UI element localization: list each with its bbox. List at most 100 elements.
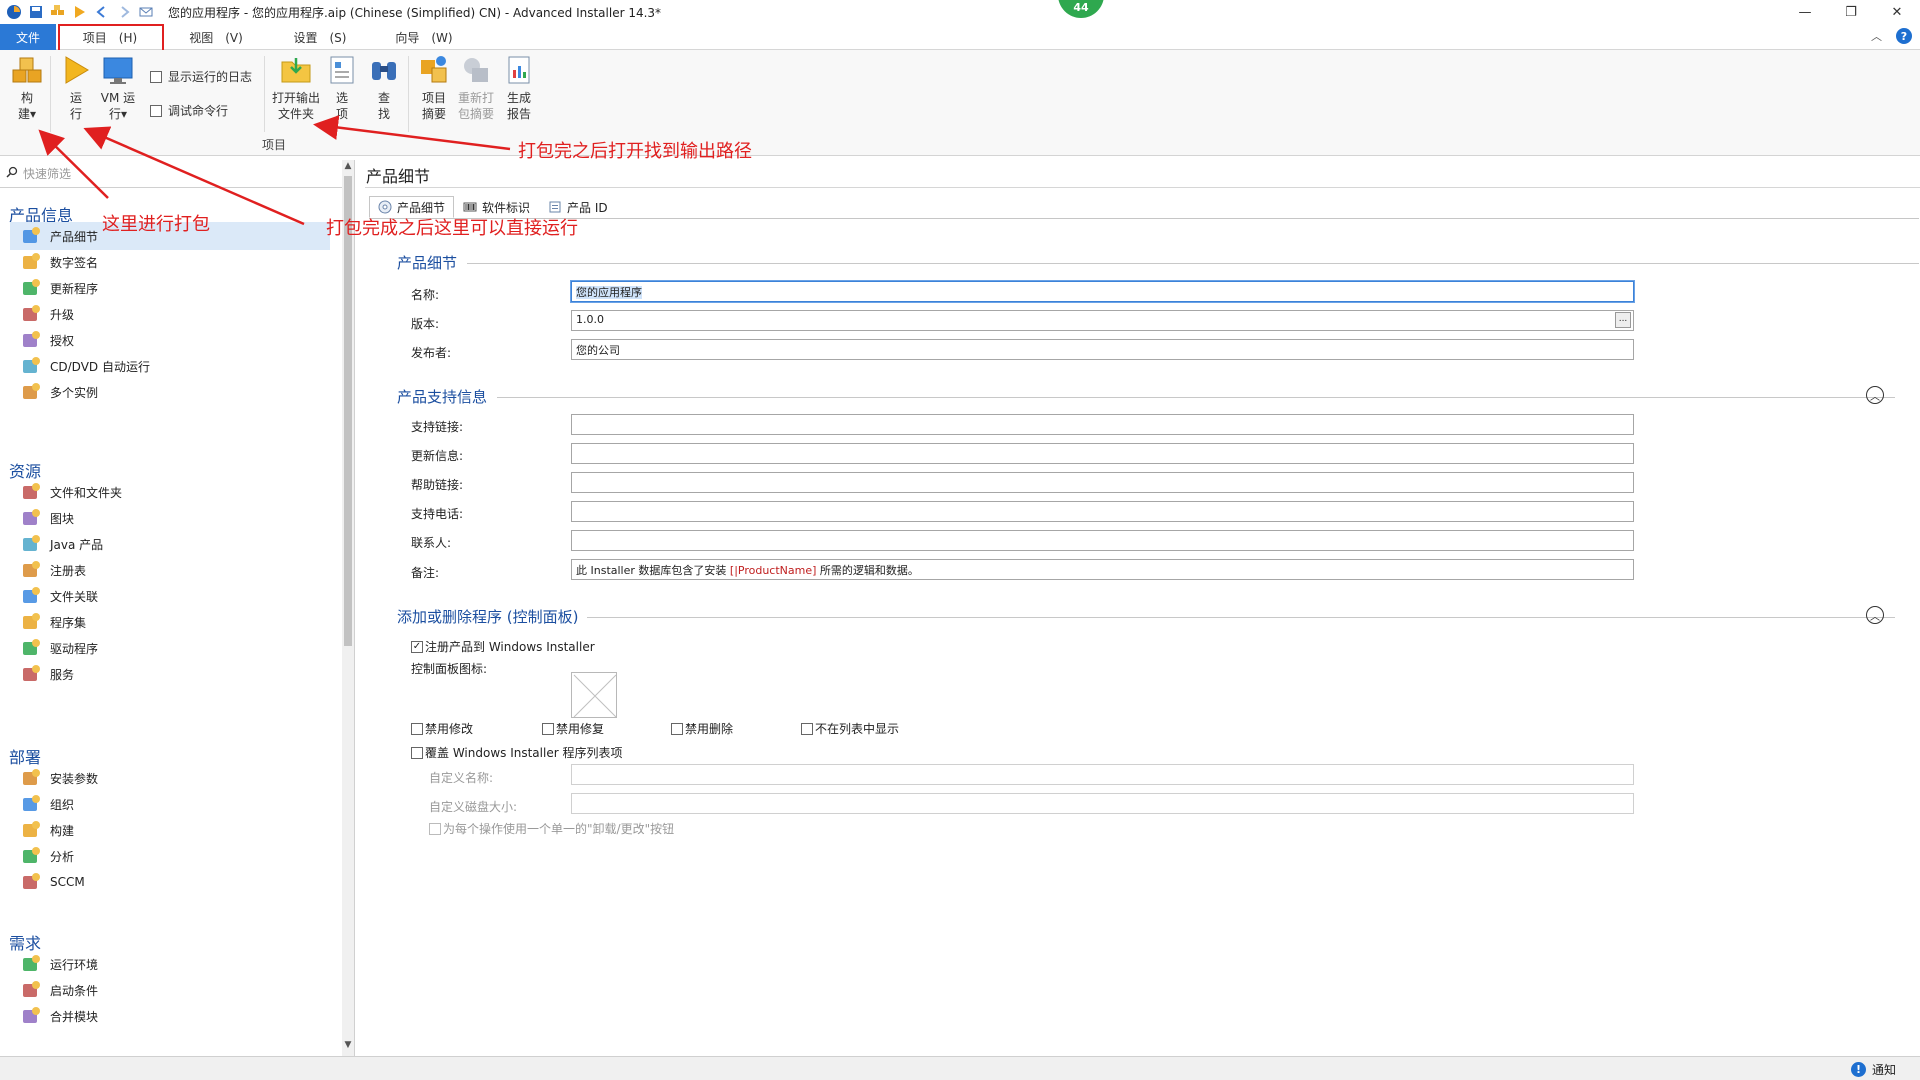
build-button[interactable]: 构 建▾ bbox=[8, 54, 46, 122]
generate-report-button[interactable]: 生成 报告 bbox=[500, 54, 538, 122]
menu-tab-wizard[interactable]: 向导 (W) bbox=[384, 26, 464, 48]
options-button[interactable]: 选 项 bbox=[326, 54, 358, 122]
checkbox-box[interactable] bbox=[411, 722, 423, 735]
checkbox-box[interactable] bbox=[429, 822, 441, 835]
tab-software-id[interactable]: 软件标识 bbox=[454, 196, 539, 218]
name-field[interactable]: 您的应用程序 bbox=[571, 281, 1634, 302]
debug-cmd-checkbox[interactable]: 调试命令行 bbox=[150, 102, 228, 119]
checkbox-box[interactable] bbox=[542, 722, 554, 735]
find-button[interactable]: 查 找 bbox=[368, 54, 400, 122]
back-arrow-icon[interactable] bbox=[94, 4, 110, 20]
help-icon[interactable]: ? bbox=[1896, 28, 1912, 44]
checkbox-box-checked[interactable]: ✓ bbox=[411, 640, 423, 653]
tab-product-details[interactable]: 产品细节 bbox=[369, 196, 455, 218]
show-run-log-checkbox[interactable]: 显示运行的日志 bbox=[150, 68, 252, 85]
sidebar-item[interactable]: 服务 bbox=[10, 660, 330, 688]
sidebar-item[interactable]: 合并模块 bbox=[10, 1002, 330, 1030]
info-icon: ! bbox=[1850, 1062, 1866, 1077]
checkbox-box[interactable] bbox=[411, 746, 423, 759]
sidebar-item[interactable]: CD/DVD 自动运行 bbox=[10, 352, 330, 380]
sidebar-item-icon bbox=[20, 819, 42, 841]
sidebar-scrollbar[interactable]: ▲ ▼ bbox=[342, 160, 354, 1056]
sidebar-item[interactable]: 运行环境 bbox=[10, 950, 330, 978]
sidebar-item[interactable]: 分析 bbox=[10, 842, 330, 870]
sidebar-item[interactable]: 文件和文件夹 bbox=[10, 478, 330, 506]
disable-remove-checkbox[interactable]: 禁用删除 bbox=[671, 720, 733, 737]
close-button[interactable]: ✕ bbox=[1874, 0, 1920, 24]
vm-run-button[interactable]: VM 运 行▾ bbox=[96, 54, 140, 122]
sidebar-item[interactable]: Java 产品 bbox=[10, 530, 330, 558]
support-phone-field[interactable] bbox=[571, 501, 1634, 522]
version-browse-button[interactable]: ... bbox=[1615, 312, 1631, 328]
checkbox-box[interactable] bbox=[801, 722, 813, 735]
sidebar-item[interactable]: 更新程序 bbox=[10, 274, 330, 302]
quick-filter-input[interactable]: 快速筛选 bbox=[0, 160, 343, 188]
sidebar-item[interactable]: 启动条件 bbox=[10, 976, 330, 1004]
custom-disk-size-field[interactable] bbox=[571, 793, 1634, 814]
disable-repair-checkbox[interactable]: 禁用修复 bbox=[542, 720, 604, 737]
sidebar-item-label: 运行环境 bbox=[50, 957, 99, 972]
publisher-field[interactable]: 您的公司 bbox=[571, 339, 1634, 360]
support-link-field[interactable] bbox=[571, 414, 1634, 435]
sidebar-item[interactable]: 多个实例 bbox=[10, 378, 330, 406]
forward-arrow-icon[interactable] bbox=[116, 4, 132, 20]
sidebar-item[interactable]: 驱动程序 bbox=[10, 634, 330, 662]
minimize-button[interactable]: — bbox=[1782, 0, 1828, 24]
mail-icon[interactable] bbox=[138, 4, 154, 20]
sidebar-item[interactable]: 安装参数 bbox=[10, 764, 330, 792]
collapse-arp-icon[interactable]: ︿ bbox=[1866, 606, 1884, 624]
sidebar-item[interactable]: 图块 bbox=[10, 504, 330, 532]
contact-field[interactable] bbox=[571, 530, 1634, 551]
repackage-summary-button[interactable]: 重新打 包摘要 bbox=[454, 54, 498, 122]
version-field[interactable]: 1.0.0 ... bbox=[571, 310, 1634, 331]
hide-in-list-checkbox[interactable]: 不在列表中显示 bbox=[801, 720, 899, 737]
checkbox-box[interactable] bbox=[150, 70, 162, 83]
save-icon[interactable] bbox=[28, 4, 44, 20]
sidebar-item[interactable]: 程序集 bbox=[10, 608, 330, 636]
comments-field[interactable]: 此 Installer 数据库包含了安装 [|ProductName] 所需的逻… bbox=[571, 559, 1634, 580]
project-summary-label: 项目 摘要 bbox=[421, 91, 446, 121]
checkbox-box[interactable] bbox=[150, 104, 162, 117]
sidebar-item[interactable]: 产品细节 bbox=[10, 222, 330, 250]
single-button-label: 为每个操作使用一个单一的"卸载/更改"按钮 bbox=[443, 822, 675, 836]
sidebar-item[interactable]: 升级 bbox=[10, 300, 330, 328]
control-panel-icon-picker[interactable] bbox=[571, 672, 617, 718]
sidebar-item[interactable]: 数字签名 bbox=[10, 248, 330, 276]
notifications-button[interactable]: ! 通知 bbox=[1850, 1061, 1896, 1078]
scrollbar-thumb[interactable] bbox=[344, 176, 352, 646]
ribbon-separator bbox=[408, 56, 409, 132]
project-summary-button[interactable]: 项目 摘要 bbox=[414, 54, 454, 122]
sidebar-item[interactable]: 文件关联 bbox=[10, 582, 330, 610]
tab-product-id[interactable]: 产品 ID bbox=[539, 196, 617, 218]
build-quick-icon[interactable] bbox=[50, 4, 66, 20]
run-button[interactable]: 运 行 bbox=[56, 54, 96, 122]
disable-modify-checkbox[interactable]: 禁用修改 bbox=[411, 720, 473, 737]
help-link-field[interactable] bbox=[571, 472, 1634, 493]
sidebar-item-label: 多个实例 bbox=[50, 385, 99, 400]
scroll-down-icon[interactable]: ▼ bbox=[342, 1040, 354, 1054]
sidebar-item[interactable]: 组织 bbox=[10, 790, 330, 818]
scroll-up-icon[interactable]: ▲ bbox=[342, 161, 354, 175]
sidebar-item[interactable]: 构建 bbox=[10, 816, 330, 844]
open-output-folder-button[interactable]: 打开输出 文件夹 bbox=[268, 54, 324, 122]
sidebar-item[interactable]: 注册表 bbox=[10, 556, 330, 584]
menu-tab-file[interactable]: 文件 bbox=[0, 24, 56, 50]
sidebar-item[interactable]: 授权 bbox=[10, 326, 330, 354]
sidebar-item[interactable]: SCCM bbox=[10, 868, 330, 896]
update-info-field[interactable] bbox=[571, 443, 1634, 464]
run-quick-icon[interactable] bbox=[72, 4, 88, 20]
restore-button[interactable]: ❐ bbox=[1828, 0, 1874, 24]
checkbox-box[interactable] bbox=[671, 722, 683, 735]
custom-name-field[interactable] bbox=[571, 764, 1634, 785]
register-product-checkbox[interactable]: ✓ 注册产品到 Windows Installer bbox=[411, 638, 595, 655]
menu-tab-settings[interactable]: 设置 (S) bbox=[280, 26, 360, 48]
section-title-arp: 添加或删除程序 (控制面板) bbox=[397, 608, 579, 626]
single-button-checkbox[interactable]: 为每个操作使用一个单一的"卸载/更改"按钮 bbox=[429, 820, 674, 837]
collapse-ribbon-icon[interactable]: ︿ bbox=[1871, 28, 1882, 44]
override-entry-checkbox[interactable]: 覆盖 Windows Installer 程序列表项 bbox=[411, 744, 622, 761]
section-divider bbox=[497, 397, 1895, 398]
menu-tab-view[interactable]: 视图 (V) bbox=[176, 26, 256, 48]
collapse-support-icon[interactable]: ︿ bbox=[1866, 386, 1884, 404]
sidebar-item-label: 文件关联 bbox=[50, 589, 99, 604]
notification-badge[interactable]: 44 bbox=[1058, 0, 1104, 18]
